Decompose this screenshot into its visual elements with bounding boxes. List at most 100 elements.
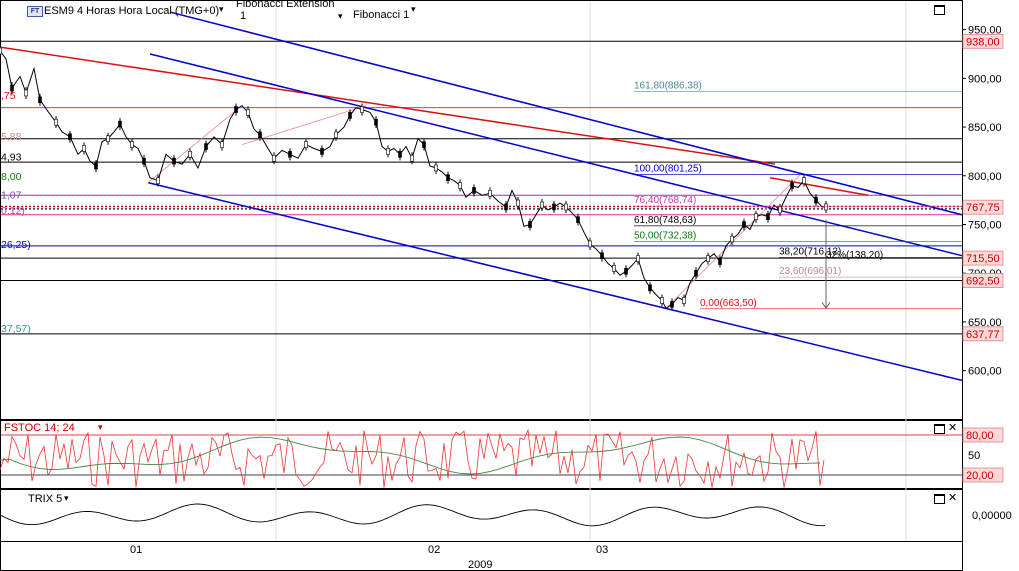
xaxis-year-label: 2009 bbox=[468, 559, 492, 571]
price-candle bbox=[718, 258, 722, 265]
price-candle bbox=[272, 154, 276, 162]
price-candle bbox=[82, 145, 86, 152]
left-level-label: 4,93 bbox=[1, 151, 22, 163]
price-candle bbox=[130, 141, 134, 148]
left-level-label: 26,25) bbox=[1, 239, 31, 251]
annotation-label: 32%(138,20) bbox=[826, 250, 883, 261]
price-candle bbox=[488, 190, 492, 197]
price-candle bbox=[106, 135, 110, 143]
price-candle bbox=[824, 203, 828, 211]
price-tag-label: 715,50 bbox=[966, 253, 1000, 265]
trix-maximize-icon[interactable] bbox=[934, 494, 945, 504]
price-candle bbox=[220, 141, 224, 148]
price-candle bbox=[246, 109, 250, 116]
price-candle bbox=[156, 177, 160, 184]
trendlines bbox=[0, 11, 963, 382]
price-candle bbox=[118, 120, 122, 128]
price-candle bbox=[564, 203, 568, 211]
study1-dropdown-icon[interactable]: ▾ bbox=[338, 11, 343, 22]
price-candle bbox=[766, 213, 770, 220]
study1-title[interactable]: Fibonacci Extension bbox=[236, 0, 334, 10]
price-candle bbox=[288, 151, 292, 158]
price-candle bbox=[258, 131, 262, 139]
price-candle bbox=[24, 89, 28, 97]
fib-labels: 161,80(886,38) 100,00(801,25) 76,40(768,74… bbox=[634, 81, 962, 310]
fib-level-label: 161,80(886,38) bbox=[634, 81, 702, 92]
price-candle bbox=[790, 182, 794, 189]
stoch-slow-line bbox=[0, 436, 821, 475]
xaxis-label: 01 bbox=[130, 544, 142, 556]
study2-dropdown-icon[interactable]: ▾ bbox=[411, 4, 416, 15]
stoch-series: 50 80,00 20,00 bbox=[0, 427, 1004, 488]
price-candle bbox=[446, 174, 450, 182]
price-tag-label: 938,00 bbox=[966, 36, 1000, 48]
price-tag-label: 767,75 bbox=[966, 202, 1000, 214]
price-candle bbox=[334, 131, 338, 139]
left-level-label: 37,57) bbox=[1, 323, 31, 335]
price-candle bbox=[142, 157, 146, 165]
price-tag-label: 692,50 bbox=[966, 276, 1000, 288]
price-candle bbox=[188, 151, 192, 158]
price-candle bbox=[706, 255, 710, 262]
left-level-label: 8,00 bbox=[1, 171, 22, 183]
price-candle bbox=[682, 297, 686, 304]
price-candle bbox=[516, 199, 520, 207]
left-level-label: ,75 bbox=[1, 90, 16, 102]
price-candle bbox=[802, 177, 806, 184]
price-candle bbox=[742, 221, 746, 228]
trendline bbox=[147, 105, 243, 183]
price-candle bbox=[694, 269, 698, 277]
ft-icon[interactable]: FT bbox=[27, 6, 43, 17]
price-candle bbox=[38, 96, 42, 104]
stoch-close-icon[interactable]: ✕ bbox=[948, 423, 957, 434]
price-candle bbox=[68, 133, 72, 141]
symbol-title[interactable]: ESM9 4 Horas Hora Local (TMG+0) bbox=[44, 5, 219, 17]
study2-title[interactable]: Fibonacci 1 bbox=[353, 9, 409, 21]
trix-panel-label[interactable]: TRIX 5 bbox=[28, 493, 62, 505]
price-candle bbox=[348, 112, 352, 119]
price-candle bbox=[660, 297, 664, 304]
xaxis-label: 02 bbox=[428, 544, 440, 556]
trix-line bbox=[0, 503, 826, 527]
trix-close-icon[interactable]: ✕ bbox=[948, 493, 957, 504]
fib-level-label: 61,80(748,63) bbox=[634, 215, 696, 226]
price-candle bbox=[386, 148, 390, 155]
stoch-dropdown-icon[interactable]: ▾ bbox=[98, 422, 103, 433]
yaxis-tick-label: 600,00 bbox=[968, 366, 1002, 378]
levels bbox=[1, 40, 962, 335]
price-candle bbox=[754, 213, 758, 220]
fib-level-label: 76,40(768,74) bbox=[634, 195, 696, 206]
fib-level-label: 50,00(732,38) bbox=[634, 231, 696, 242]
xaxis: 01 02 03 2009 bbox=[130, 544, 608, 571]
symbol-dropdown-icon[interactable]: ▾ bbox=[219, 4, 224, 15]
xaxis-label: 03 bbox=[596, 544, 608, 556]
price-candle bbox=[398, 151, 402, 158]
main-maximize-icon[interactable] bbox=[934, 5, 945, 15]
stoch-level-tag: 20,00 bbox=[966, 470, 994, 482]
trix-panel-frame bbox=[0, 489, 963, 542]
price-candle bbox=[422, 141, 426, 148]
price-candle bbox=[172, 157, 176, 165]
price-candle bbox=[730, 235, 734, 243]
price-candle bbox=[648, 284, 652, 292]
trix-dropdown-icon[interactable]: ▾ bbox=[64, 493, 69, 504]
trendline bbox=[169, 11, 963, 216]
stoch-maximize-icon[interactable] bbox=[934, 424, 945, 434]
left-labels: ,75 5,88 4,93 8,00 1,07 0,12) 26,25) 37,57) bbox=[1, 90, 31, 335]
price-candle bbox=[504, 203, 508, 211]
stoch-panel-label[interactable]: FSTOC 14; 24 bbox=[4, 422, 75, 434]
price-candle bbox=[374, 118, 378, 126]
price-candle bbox=[434, 164, 438, 172]
price-candle bbox=[600, 252, 604, 259]
stoch-level-tag: 80,00 bbox=[966, 430, 994, 442]
yaxis-tick-label: 750,00 bbox=[968, 219, 1002, 231]
panel-frames bbox=[0, 0, 963, 571]
price-candle bbox=[0, 47, 2, 55]
price-candle bbox=[204, 143, 208, 150]
chart-canvas: 161,80(886,38) 100,00(801,25) 76,40(768,74… bbox=[0, 0, 1012, 571]
study1-value: 1 bbox=[240, 10, 247, 22]
price-candle bbox=[360, 106, 364, 113]
price-candle bbox=[234, 106, 238, 113]
price-candle bbox=[588, 240, 592, 248]
fib-level-label: 0,00(663,50) bbox=[700, 298, 757, 309]
